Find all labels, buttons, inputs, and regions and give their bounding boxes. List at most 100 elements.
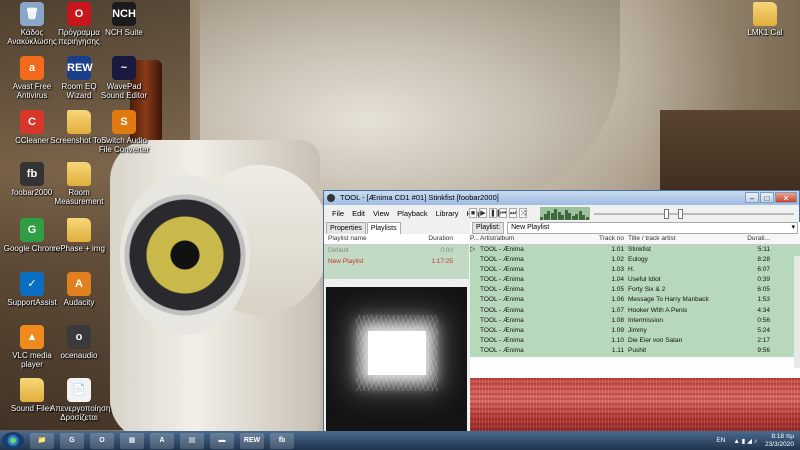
track-artist: TOOL - Ænima (480, 326, 524, 334)
menu-bar: File Edit View Playback Library Help ■ ▶… (324, 205, 799, 222)
play-button[interactable]: ▶ (479, 208, 487, 218)
playlist-view: Playlist: New Playlist P... Artist/album… (470, 222, 800, 432)
taskbar-app-button[interactable]: ▤ (180, 432, 204, 449)
track-row[interactable]: TOOL - Ænima 1.09 Jimmy 5:24 (470, 326, 800, 336)
volume-slider-knob[interactable] (664, 209, 669, 219)
menu-edit[interactable]: Edit (348, 209, 369, 218)
minimize-button[interactable]: – (745, 192, 759, 203)
seek-bar[interactable] (594, 209, 794, 219)
window-titlebar[interactable]: TOOL - [Ænima CD1 #01] Stinkfist [foobar… (324, 191, 799, 205)
playlist-name-column[interactable]: Playlist name (328, 234, 367, 244)
pause-button[interactable]: ❚❚ (489, 208, 502, 218)
menu-playback[interactable]: Playback (393, 209, 431, 218)
desktop-icon[interactable]: rePhase + img (50, 218, 108, 253)
taskbar-app-button[interactable]: O (90, 432, 114, 449)
app-icon: REW (67, 56, 93, 80)
playing-indicator (470, 316, 480, 326)
track-title: Die Eier von Satan (628, 336, 683, 344)
previous-button[interactable]: ⏮ (499, 208, 507, 218)
track-title: Forty Six & 2 (628, 286, 666, 294)
track-row[interactable]: TOOL - Ænima 1.10 Die Eier von Satan 2:17 (470, 336, 800, 346)
column-artist-album[interactable]: Artist/album (480, 234, 588, 244)
language-indicator[interactable]: EN (716, 437, 725, 444)
desktop-icon-label: CCleaner (15, 136, 49, 145)
track-duration: 0:39 (757, 276, 770, 284)
track-row[interactable]: TOOL - Ænima 1.04 Useful Idiot 0:39 (470, 275, 800, 285)
playing-indicator (470, 326, 480, 336)
app-icon: ~ (112, 56, 136, 80)
playlist-item-new-playlist[interactable]: New Playlist 1:17:25 (324, 256, 469, 267)
clock[interactable]: 8:18 πμ 23/3/2020 (765, 433, 794, 449)
playlist-duration-column[interactable]: Duration (428, 234, 453, 244)
start-button[interactable] (2, 432, 24, 449)
taskbar-app-list: 📁 G O ▦ A ▤ ▬ REW fb (24, 432, 294, 449)
taskbar-app-button[interactable]: A (150, 432, 174, 449)
track-artist: TOOL - Ænima (480, 306, 524, 314)
track-title: H. (628, 266, 635, 274)
taskbar-app-button[interactable]: fb (270, 432, 294, 449)
playing-indicator (470, 285, 480, 295)
track-row[interactable]: TOOL - Ænima 1.06 Message To Harry Manback… (470, 295, 800, 305)
taskbar-app-button[interactable]: ▬ (210, 432, 234, 449)
track-row[interactable]: TOOL - Ænima 1.02 Eulogy 8:28 (470, 255, 800, 265)
wallpaper-speaker-cone (120, 175, 250, 335)
track-duration: 4:34 (757, 306, 770, 314)
taskbar-app-button[interactable]: 📁 (30, 432, 54, 449)
seek-slider-knob[interactable] (678, 209, 683, 219)
track-row[interactable]: TOOL - Ænima 1.11 Pushit 9:56 (470, 346, 800, 356)
desktop-icon[interactable]: ~ WavePad Sound Editor (95, 56, 153, 100)
track-row[interactable]: TOOL - Ænima 1.03 H. 6:07 (470, 265, 800, 275)
menu-library[interactable]: Library (432, 209, 463, 218)
spectrogram-panel (470, 378, 800, 432)
app-icon: O (67, 2, 91, 26)
desktop-icon-label: foobar2000 (11, 188, 53, 197)
track-row[interactable]: TOOL - Ænima 1.08 Intermission 0:56 (470, 316, 800, 326)
maximize-button[interactable]: □ (760, 192, 774, 203)
desktop-icon[interactable]: NCH NCH Suite (95, 2, 153, 37)
menu-view[interactable]: View (369, 209, 393, 218)
menu-file[interactable]: File (328, 209, 348, 218)
taskbar-app-button[interactable]: REW (240, 432, 264, 449)
stop-button[interactable]: ■ (469, 208, 477, 218)
taskbar-app-button[interactable]: G (60, 432, 84, 449)
tab-properties[interactable]: Properties (326, 222, 366, 234)
desktop-icon[interactable]: 📄 Απενεργοποίηση Δροσίζεται (50, 378, 110, 422)
tab-playlists[interactable]: Playlists (366, 222, 401, 234)
desktop-icon[interactable]: LMK1 Cal (736, 2, 794, 37)
track-artist: TOOL - Ænima (480, 286, 524, 294)
track-row[interactable]: ▷ TOOL - Ænima 1.01 Stinkfist 5:11 (470, 245, 800, 255)
desktop-icon[interactable]: S Switch Audio File Converter (95, 110, 153, 154)
track-list-scrollbar[interactable] (794, 256, 800, 368)
foobar-window[interactable]: TOOL - [Ænima CD1 #01] Stinkfist [foobar… (323, 190, 800, 432)
track-number: 1.03 (611, 266, 624, 274)
desktop-icon-label: Avast Free Antivirus (12, 82, 52, 100)
column-duration[interactable]: Durati... (734, 234, 778, 244)
system-tray: EN ▲ ▮ ◢ ♪ 8:18 πμ 23/3/2020 (716, 431, 794, 450)
playlist-item-default[interactable]: Default 0:00 (324, 245, 469, 256)
column-track-no[interactable]: Track no (588, 234, 628, 244)
playlist-selector-bar: Playlist: New Playlist (470, 222, 800, 234)
app-icon: ▲ (20, 325, 44, 349)
desktop-icon-label: NCH Suite (105, 28, 143, 37)
track-row[interactable]: TOOL - Ænima 1.05 Forty Six & 2 6:05 (470, 285, 800, 295)
playing-indicator (470, 265, 480, 275)
taskbar-app-button[interactable]: ▦ (120, 432, 144, 449)
track-number: 1.11 (611, 346, 624, 354)
next-button[interactable]: ⏭ (509, 208, 517, 218)
taskbar: 📁 G O ▦ A ▤ ▬ REW fb EN ▲ ▮ ◢ ♪ 8:18 πμ 23/3/202… (0, 431, 800, 450)
track-row[interactable]: TOOL - Ænima 1.07 Hooker With A Penis 4:34 (470, 306, 800, 316)
folder-icon (753, 2, 777, 26)
desktop-icon[interactable]: A Audacity (50, 272, 108, 307)
track-title: Jimmy (628, 326, 647, 334)
desktop-icon[interactable]: o ocenaudio (50, 325, 108, 360)
random-button[interactable]: ⤨ (519, 208, 527, 218)
transport-controls: ■ ▶ ❚❚ ⏮ ⏭ ⤨ (469, 208, 527, 218)
column-title[interactable]: Title / track artist (628, 234, 734, 244)
playlist-item-duration: 0:00 (440, 247, 453, 254)
album-art-glow (368, 331, 426, 375)
network-icon[interactable]: ▲ ▮ ◢ ♪ (733, 437, 757, 445)
desktop-icon[interactable]: Room Measurement (50, 162, 108, 206)
column-playing[interactable]: P... (470, 234, 480, 244)
close-button[interactable]: ✕ (775, 192, 797, 203)
playlist-dropdown[interactable]: New Playlist (507, 222, 798, 234)
